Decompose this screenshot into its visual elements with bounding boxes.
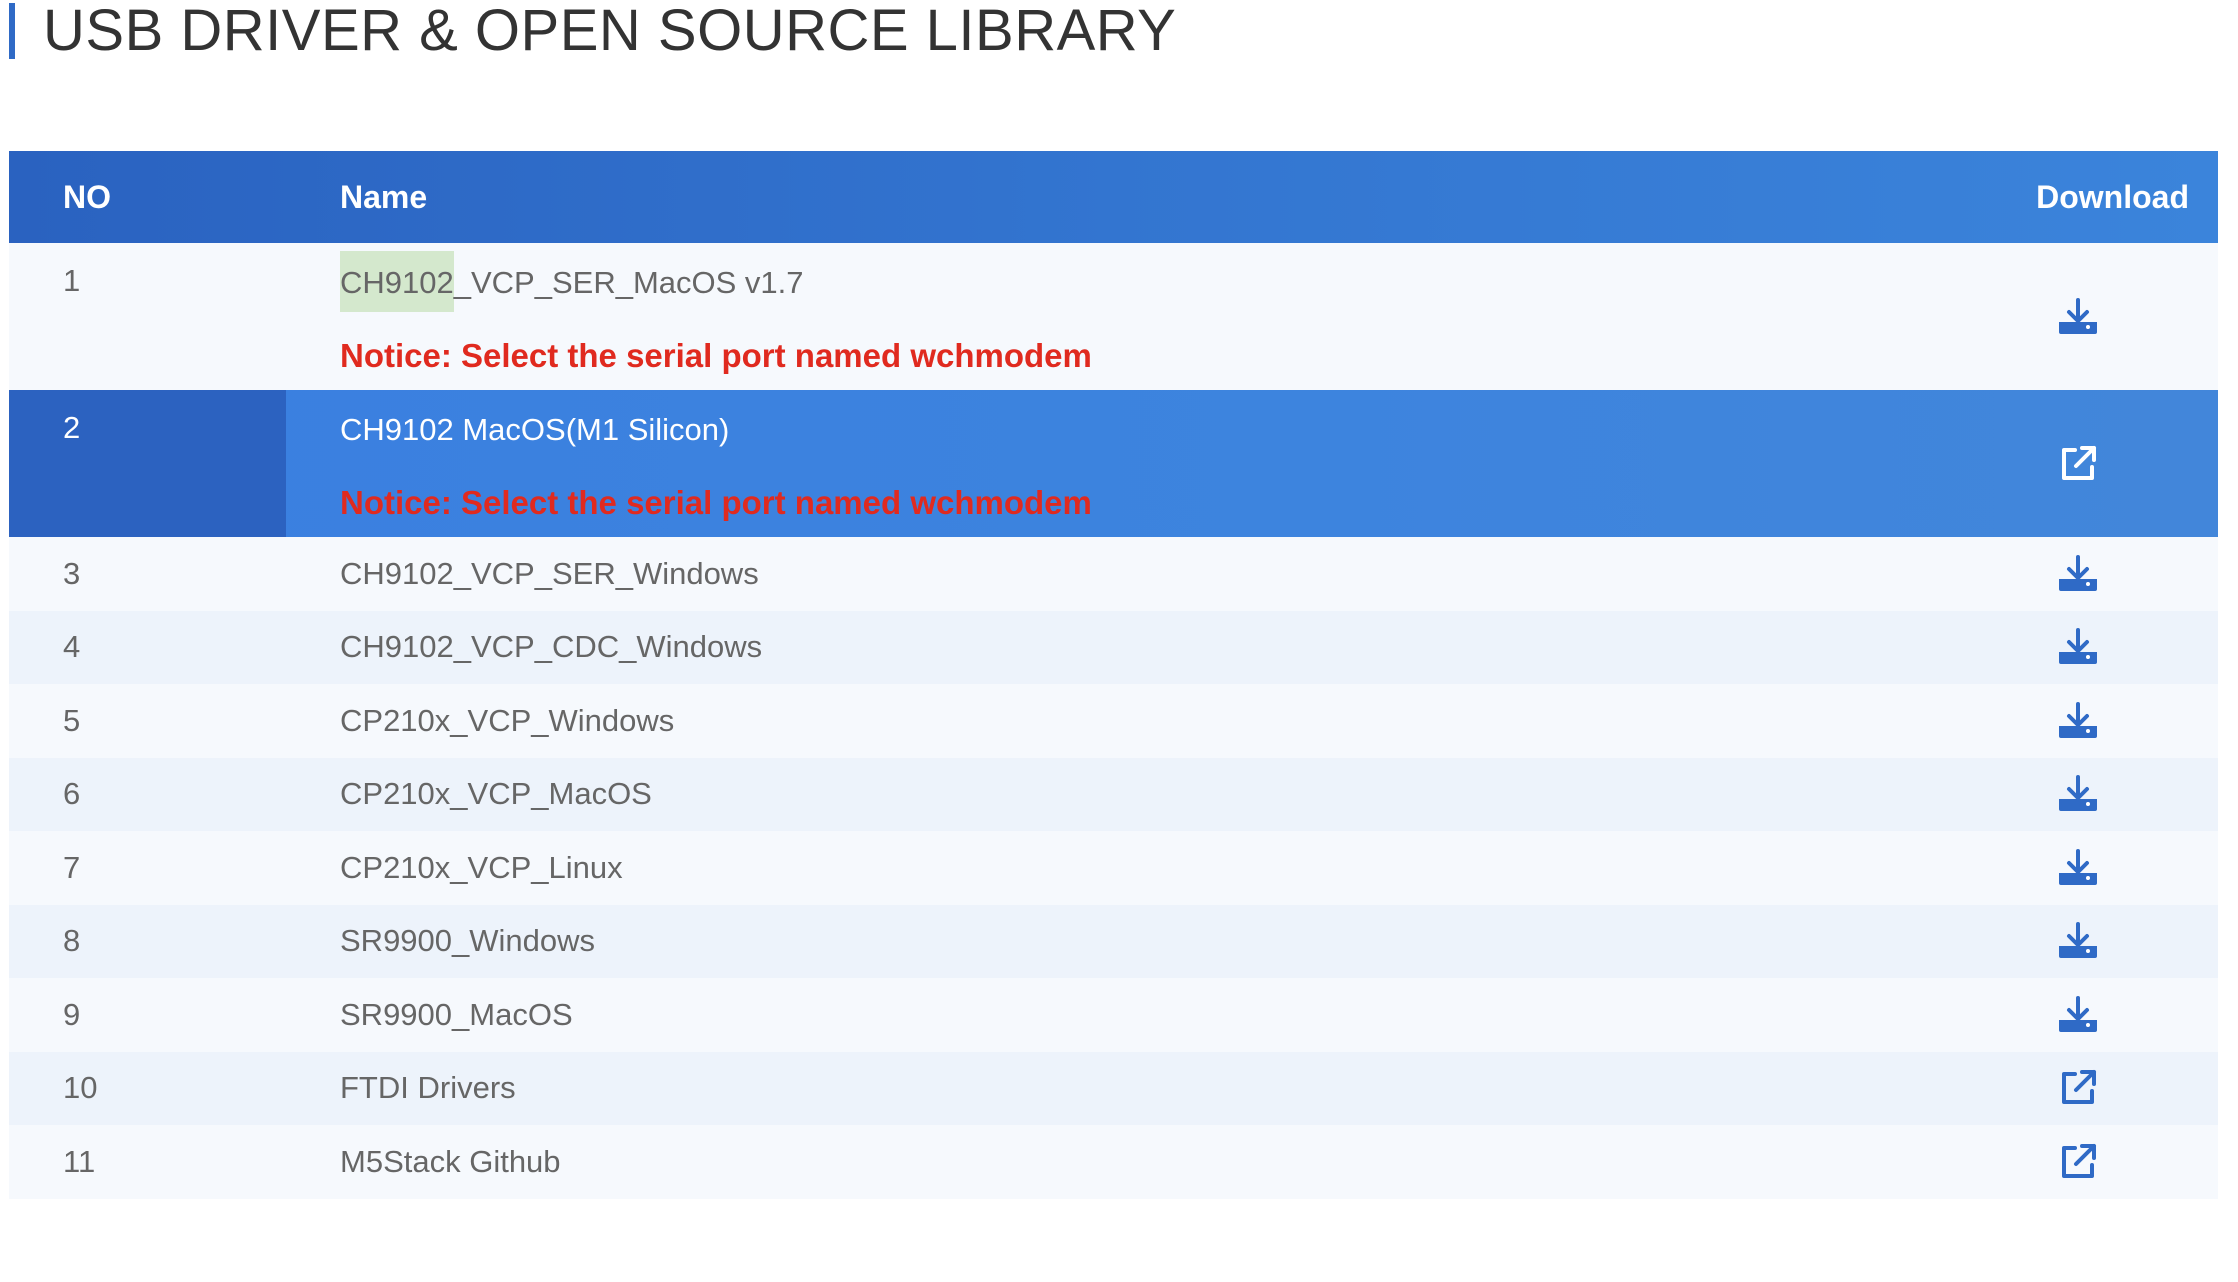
row-number: 6 <box>63 776 81 812</box>
section-title: USB DRIVER & OPEN SOURCE LIBRARY <box>9 0 1176 62</box>
header-name: Name <box>340 178 428 215</box>
download-cell <box>1978 554 2178 593</box>
row-name-cell: CH9102 MacOS(M1 Silicon) Notice: Select … <box>340 390 1978 537</box>
row-number: 5 <box>63 702 81 738</box>
external-link-icon[interactable] <box>2058 1068 2098 1108</box>
row-number: 9 <box>63 996 81 1032</box>
table-row: 11 M5Stack Github <box>9 1125 2218 1199</box>
row-number: 10 <box>63 1070 98 1106</box>
external-link-icon[interactable] <box>2058 444 2098 484</box>
header-no: NO <box>63 178 111 215</box>
download-cell <box>1978 775 2178 813</box>
row-number: 2 <box>9 390 286 537</box>
table-row: 6 CP210x_VCP_MacOS <box>9 757 2218 831</box>
download-icon[interactable] <box>2058 297 2098 336</box>
header-download: Download <box>2036 178 2189 215</box>
row-name: CH9102_VCP_SER_MacOS v1.7 <box>340 251 1978 312</box>
table-row: 3 CH9102_VCP_SER_Windows <box>9 537 2218 611</box>
download-icon[interactable] <box>2058 848 2098 887</box>
name-highlight: CH9102 <box>340 251 454 312</box>
table-row: 1 CH9102_VCP_SER_MacOS v1.7 Notice: Sele… <box>9 243 2218 390</box>
table-header: NO Name Download <box>9 151 2218 243</box>
row-number: 11 <box>63 1143 96 1179</box>
row-number: 8 <box>63 923 81 959</box>
table-row: 10 FTDI Drivers <box>9 1051 2218 1125</box>
download-icon[interactable] <box>2058 775 2098 813</box>
table-row: 8 SR9900_Windows <box>9 904 2218 978</box>
row-number: 7 <box>63 849 81 885</box>
row-notice: Notice: Select the serial port named wch… <box>340 484 1092 521</box>
download-cell <box>1978 628 2178 666</box>
download-icon[interactable] <box>2058 701 2098 740</box>
table-row: 5 CP210x_VCP_Windows <box>9 684 2218 758</box>
download-cell <box>1978 243 2178 390</box>
download-cell <box>1978 701 2178 740</box>
page: USB DRIVER & OPEN SOURCE LIBRARY NO Name… <box>0 0 2238 1282</box>
row-name: SR9900_MacOS <box>340 996 573 1032</box>
table-row: 4 CH9102_VCP_CDC_Windows <box>9 610 2218 684</box>
download-cell <box>1978 848 2178 887</box>
row-name: CP210x_VCP_Windows <box>340 702 675 738</box>
row-name: SR9900_Windows <box>340 923 596 959</box>
row-number: 1 <box>63 263 81 298</box>
row-name: CH9102_VCP_SER_Windows <box>340 555 759 591</box>
external-link-icon[interactable] <box>2058 1142 2098 1182</box>
row-name: CP210x_VCP_MacOS <box>340 776 652 812</box>
table-row: 9 SR9900_MacOS <box>9 978 2218 1052</box>
table-row-selected[interactable]: 2 CH9102 MacOS(M1 Silicon) Notice: Selec… <box>9 390 2218 537</box>
download-icon[interactable] <box>2058 995 2098 1034</box>
row-name: FTDI Drivers <box>340 1070 516 1106</box>
download-cell <box>1978 1142 2178 1182</box>
row-number: 3 <box>63 555 81 591</box>
download-icon[interactable] <box>2058 554 2098 593</box>
row-name-cell: CH9102_VCP_SER_MacOS v1.7 Notice: Select… <box>340 243 1978 390</box>
driver-table: NO Name Download 1 CH9102_VCP_SER_MacOS … <box>9 151 2218 1199</box>
download-cell <box>1978 1068 2178 1108</box>
row-number: 4 <box>63 629 81 665</box>
download-icon[interactable] <box>2058 922 2098 960</box>
row-notice: Notice: Select the serial port named wch… <box>340 337 1092 374</box>
table-row: 7 CP210x_VCP_Linux <box>9 831 2218 905</box>
page-title: USB DRIVER & OPEN SOURCE LIBRARY <box>43 0 1177 63</box>
row-name: CH9102_VCP_CDC_Windows <box>340 629 763 665</box>
title-accent-bar <box>9 3 15 59</box>
row-name: CH9102 MacOS(M1 Silicon) <box>340 412 730 447</box>
download-cell <box>1978 995 2178 1034</box>
download-icon[interactable] <box>2058 628 2098 666</box>
download-cell <box>1978 922 2178 960</box>
row-name: CP210x_VCP_Linux <box>340 849 623 885</box>
download-cell <box>1978 390 2178 537</box>
name-rest: _VCP_SER_MacOS v1.7 <box>453 265 804 300</box>
row-name: M5Stack Github <box>340 1143 561 1179</box>
